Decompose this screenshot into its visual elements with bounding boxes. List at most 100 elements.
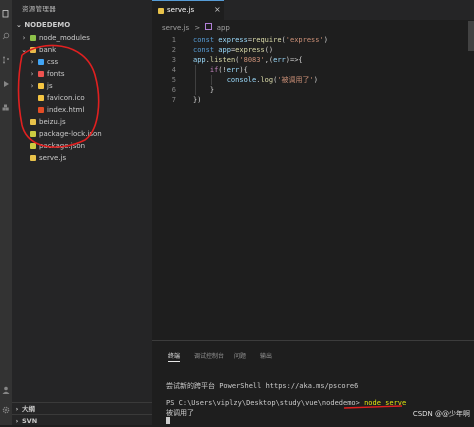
line-number: 4: [171, 66, 176, 74]
tab-serve-js[interactable]: serve.js ×: [152, 0, 224, 20]
line-number: 2: [171, 46, 176, 54]
js-file-icon: [158, 8, 164, 14]
code-text: console.log('被调用了'): [193, 75, 318, 85]
extensions-icon[interactable]: [2, 104, 10, 112]
breadcrumb-separator: >: [194, 24, 201, 32]
code-token: console: [226, 76, 257, 84]
folder-item[interactable]: › css: [12, 56, 152, 68]
terminal-notice: 尝试新的跨平台 PowerShell https://aka.ms/pscore…: [166, 382, 359, 390]
breadcrumb-file[interactable]: serve.js: [162, 24, 189, 32]
code-token: '被调用了': [277, 76, 314, 84]
tab-problems[interactable]: 问题: [234, 351, 246, 360]
folder-item[interactable]: ⌄ bank: [12, 44, 152, 56]
chevron-down-icon: ⌄: [16, 21, 22, 29]
terminal-cursor: [166, 417, 170, 424]
project-section-header[interactable]: ⌄ NODEDEMO: [12, 18, 152, 32]
file-icon: [30, 131, 36, 137]
tree-item-label: index.html: [47, 106, 85, 114]
line-number: 6: [171, 86, 176, 94]
svn-section[interactable]: › SVN: [12, 414, 152, 427]
code-token: listen: [209, 56, 236, 64]
folder-icon: [30, 35, 36, 41]
terminal-prompt: PS C:\Users\viplzy\Desktop\study\vue\nod…: [166, 399, 365, 407]
code-token: err: [273, 56, 286, 64]
settings-gear-icon[interactable]: [2, 406, 10, 414]
folder-icon: [38, 59, 44, 65]
folder-item[interactable]: › js: [12, 80, 152, 92]
code-token: ,(: [264, 56, 274, 64]
code-text: }: [193, 85, 214, 95]
explorer-icon[interactable]: [2, 10, 10, 18]
tab-terminal[interactable]: 终端: [168, 351, 181, 362]
editor-tab-bar: serve.js ×: [152, 0, 474, 20]
watermark: CSDN @@少年啊: [412, 410, 470, 418]
code-token: }): [193, 96, 202, 104]
code-text: const app=express(): [193, 45, 273, 55]
code-line: 5 console.log('被调用了'): [152, 75, 474, 85]
tree-item-label: node_modules: [39, 34, 90, 42]
folder-item[interactable]: › fonts: [12, 68, 152, 80]
explorer-title: 资源管理器: [22, 5, 56, 13]
tree-item-label: package.json: [39, 142, 86, 150]
code-token: const: [193, 46, 219, 54]
file-tree: › node_modules ⌄ bank › css › fonts › js favicon.i…: [12, 32, 152, 164]
code-line: 1 const express=require('express'): [152, 35, 474, 45]
tree-item-label: css: [47, 58, 59, 66]
close-icon[interactable]: ×: [214, 5, 221, 14]
file-icon: [38, 95, 44, 101]
activity-bar: [0, 0, 12, 425]
account-icon[interactable]: [2, 386, 10, 394]
line-number: 3: [171, 56, 176, 64]
project-name: NODEDEMO: [24, 21, 71, 29]
file-item[interactable]: favicon.ico: [12, 92, 152, 104]
tree-item-label: js: [47, 82, 53, 90]
code-text: app.listen('8083',(err)=>{: [193, 55, 303, 65]
tree-item-label: serve.js: [39, 154, 67, 162]
tab-output[interactable]: 输出: [260, 351, 272, 360]
file-item[interactable]: serve.js: [12, 152, 152, 164]
tree-item-label: package-lock.json: [39, 130, 102, 138]
chevron-right-icon: ›: [15, 417, 19, 425]
code-token: ): [323, 36, 328, 44]
tree-item-label: fonts: [47, 70, 65, 78]
chevron-right-icon: ›: [30, 70, 34, 78]
line-number: 7: [171, 96, 176, 104]
file-item[interactable]: package.json: [12, 140, 152, 152]
code-token: err: [226, 66, 240, 74]
file-item[interactable]: package-lock.json: [12, 128, 152, 140]
tab-label: serve.js: [167, 6, 195, 14]
code-line: 6 }: [152, 85, 474, 95]
folder-item[interactable]: › node_modules: [12, 32, 152, 44]
code-line: 2 const app=express(): [152, 45, 474, 55]
chevron-down-icon: ⌄: [21, 46, 27, 54]
search-icon[interactable]: [2, 32, 10, 40]
code-token: ){: [239, 66, 248, 74]
tree-item-label: bank: [39, 46, 57, 54]
code-token: log: [260, 76, 274, 84]
tab-debug-console[interactable]: 调试控制台: [194, 351, 224, 360]
code-editor[interactable]: 1 const express=require('express') 2 const …: [152, 35, 474, 105]
file-item[interactable]: index.html: [12, 104, 152, 116]
code-token: ): [313, 76, 318, 84]
code-token: express: [218, 36, 248, 44]
chevron-right-icon: ›: [30, 58, 34, 66]
code-text: }): [193, 95, 201, 105]
tree-item-label: favicon.ico: [47, 94, 85, 102]
code-token: app: [218, 46, 231, 54]
folder-icon: [30, 47, 36, 53]
outline-label: 大纲: [22, 405, 35, 413]
breadcrumb-symbol[interactable]: app: [217, 24, 230, 32]
file-icon: [30, 143, 36, 149]
run-debug-icon[interactable]: [2, 80, 10, 88]
terminal-prompt-line[interactable]: PS C:\Users\viplzy\Desktop\study\vue\nod…: [166, 399, 406, 407]
editor-scrollbar[interactable]: [468, 21, 474, 51]
code-line: 7}): [152, 95, 474, 105]
code-token: )=>{: [285, 56, 303, 64]
code-token: (!: [218, 66, 227, 74]
breadcrumb-symbol-icon: [205, 23, 213, 30]
file-item[interactable]: beizu.js: [12, 116, 152, 128]
code-line: 4 if(!err){: [152, 65, 474, 75]
chevron-right-icon: ›: [22, 34, 26, 42]
source-control-icon[interactable]: [2, 56, 10, 64]
